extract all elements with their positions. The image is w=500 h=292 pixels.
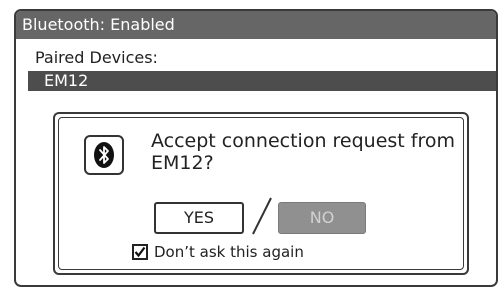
bluetooth-screen: Bluetooth: Enabled Paired Devices: EM12 … <box>14 9 498 287</box>
dialog-frame: Accept connection request from EM12? YES… <box>58 117 464 270</box>
yes-button[interactable]: YES <box>154 202 244 234</box>
connection-prompt: Accept connection request from EM12? <box>151 130 455 174</box>
dont-ask-label: Don’t ask this again <box>154 243 304 261</box>
paired-devices-label: Paired Devices: <box>35 48 158 67</box>
paired-device-item[interactable]: EM12 <box>28 71 496 91</box>
bluetooth-icon <box>84 135 124 175</box>
slash-divider <box>249 196 275 240</box>
dont-ask-checkbox[interactable] <box>132 244 148 260</box>
no-button[interactable]: NO <box>278 202 366 234</box>
connection-request-dialog: Accept connection request from EM12? YES… <box>53 112 469 275</box>
screen-title: Bluetooth: Enabled <box>16 11 496 39</box>
